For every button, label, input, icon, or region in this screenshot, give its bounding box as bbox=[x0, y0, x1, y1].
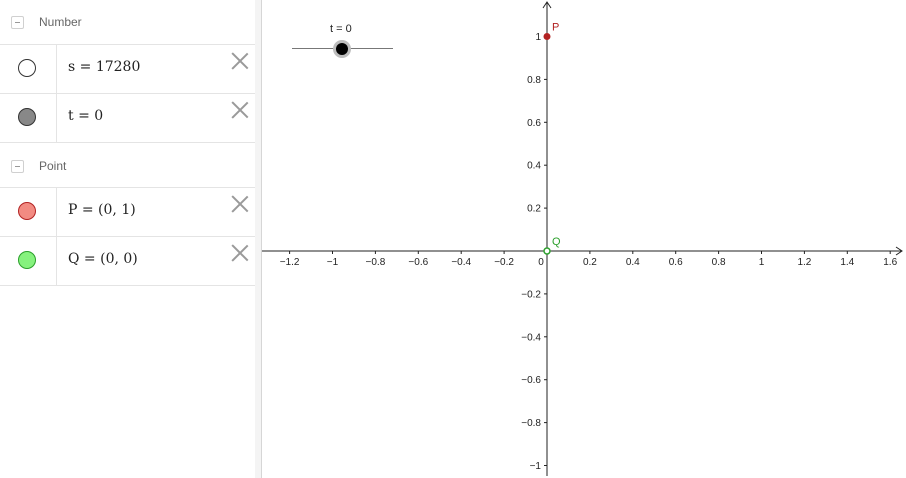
point-label-P: P bbox=[552, 22, 559, 34]
algebra-expression[interactable]: s = 17280 bbox=[68, 59, 140, 75]
x-tick-label: 0.2 bbox=[583, 257, 597, 268]
y-tick-label: 0.2 bbox=[527, 204, 541, 215]
algebra-row-P[interactable]: P = (0, 1) bbox=[0, 187, 255, 236]
coordinate-plane[interactable]: −1.2 −1 −0.8 −0.6 −0.4 −0.2 0 0.2 0.4 0.6 0.8 1 1.2 1… bbox=[262, 0, 906, 478]
view-splitter[interactable] bbox=[255, 0, 262, 478]
point-P[interactable] bbox=[543, 33, 551, 40]
group-header-point[interactable]: Point bbox=[0, 144, 255, 188]
x-tick-label: 0 bbox=[538, 257, 544, 268]
x-tick-label: 0.6 bbox=[669, 257, 683, 268]
x-tick-label: −0.2 bbox=[494, 257, 514, 268]
algebra-expression[interactable]: P = (0, 1) bbox=[68, 202, 136, 218]
collapse-icon[interactable] bbox=[11, 15, 24, 29]
y-tick-label: 0.4 bbox=[527, 161, 541, 172]
visibility-toggle-icon[interactable] bbox=[18, 108, 36, 126]
x-tick-label: 1.4 bbox=[840, 257, 854, 268]
collapse-icon[interactable] bbox=[11, 159, 24, 173]
algebra-view: Number s = 17280 t = 0 Point P = (0, 1) … bbox=[0, 0, 256, 478]
marble-cell bbox=[0, 188, 57, 236]
algebra-expression[interactable]: t = 0 bbox=[68, 108, 103, 124]
x-tick-label: 1 bbox=[759, 257, 765, 268]
algebra-expression[interactable]: Q = (0, 0) bbox=[68, 251, 138, 267]
algebra-row-t[interactable]: t = 0 bbox=[0, 93, 255, 143]
x-tick-label: −0.8 bbox=[366, 257, 386, 268]
algebra-row-Q[interactable]: Q = (0, 0) bbox=[0, 236, 255, 286]
point-label-Q: Q bbox=[552, 236, 561, 248]
x-tick-label: −1.2 bbox=[280, 257, 300, 268]
visibility-toggle-icon[interactable] bbox=[18, 251, 36, 269]
delete-icon[interactable] bbox=[231, 52, 249, 70]
x-tick-label: 0.8 bbox=[712, 257, 726, 268]
y-tick-label: −0.2 bbox=[521, 289, 541, 300]
visibility-toggle-icon[interactable] bbox=[18, 59, 36, 77]
delete-icon[interactable] bbox=[231, 195, 249, 213]
y-tick-label: −0.6 bbox=[521, 375, 541, 386]
point-Q[interactable] bbox=[543, 247, 551, 255]
x-tick-label: 1.2 bbox=[797, 257, 811, 268]
x-tick-label: −1 bbox=[327, 257, 339, 268]
x-tick-label: 0.4 bbox=[626, 257, 640, 268]
x-tick-label: −0.4 bbox=[451, 257, 471, 268]
algebra-row-s[interactable]: s = 17280 bbox=[0, 44, 255, 93]
x-tick-label: −0.6 bbox=[408, 257, 428, 268]
marble-cell bbox=[0, 237, 57, 285]
y-tick-label: 0.6 bbox=[527, 118, 541, 129]
y-tick-label: −1 bbox=[530, 461, 542, 472]
y-tick-label: 1 bbox=[535, 32, 541, 43]
delete-icon[interactable] bbox=[231, 244, 249, 262]
group-header-number[interactable]: Number bbox=[0, 0, 255, 44]
y-tick-label: −0.4 bbox=[521, 332, 541, 343]
visibility-toggle-icon[interactable] bbox=[18, 202, 36, 220]
group-title: Point bbox=[39, 159, 67, 173]
y-tick-label: −0.8 bbox=[521, 418, 541, 429]
delete-icon[interactable] bbox=[231, 101, 249, 119]
x-tick-label: 1.6 bbox=[883, 257, 897, 268]
graphics-view[interactable]: −1.2 −1 −0.8 −0.6 −0.4 −0.2 0 0.2 0.4 0.6 0.8 1 1.2 1… bbox=[262, 0, 906, 478]
group-title: Number bbox=[39, 15, 82, 29]
marble-cell bbox=[0, 94, 57, 142]
marble-cell bbox=[0, 45, 57, 93]
y-tick-label: 0.8 bbox=[527, 75, 541, 86]
